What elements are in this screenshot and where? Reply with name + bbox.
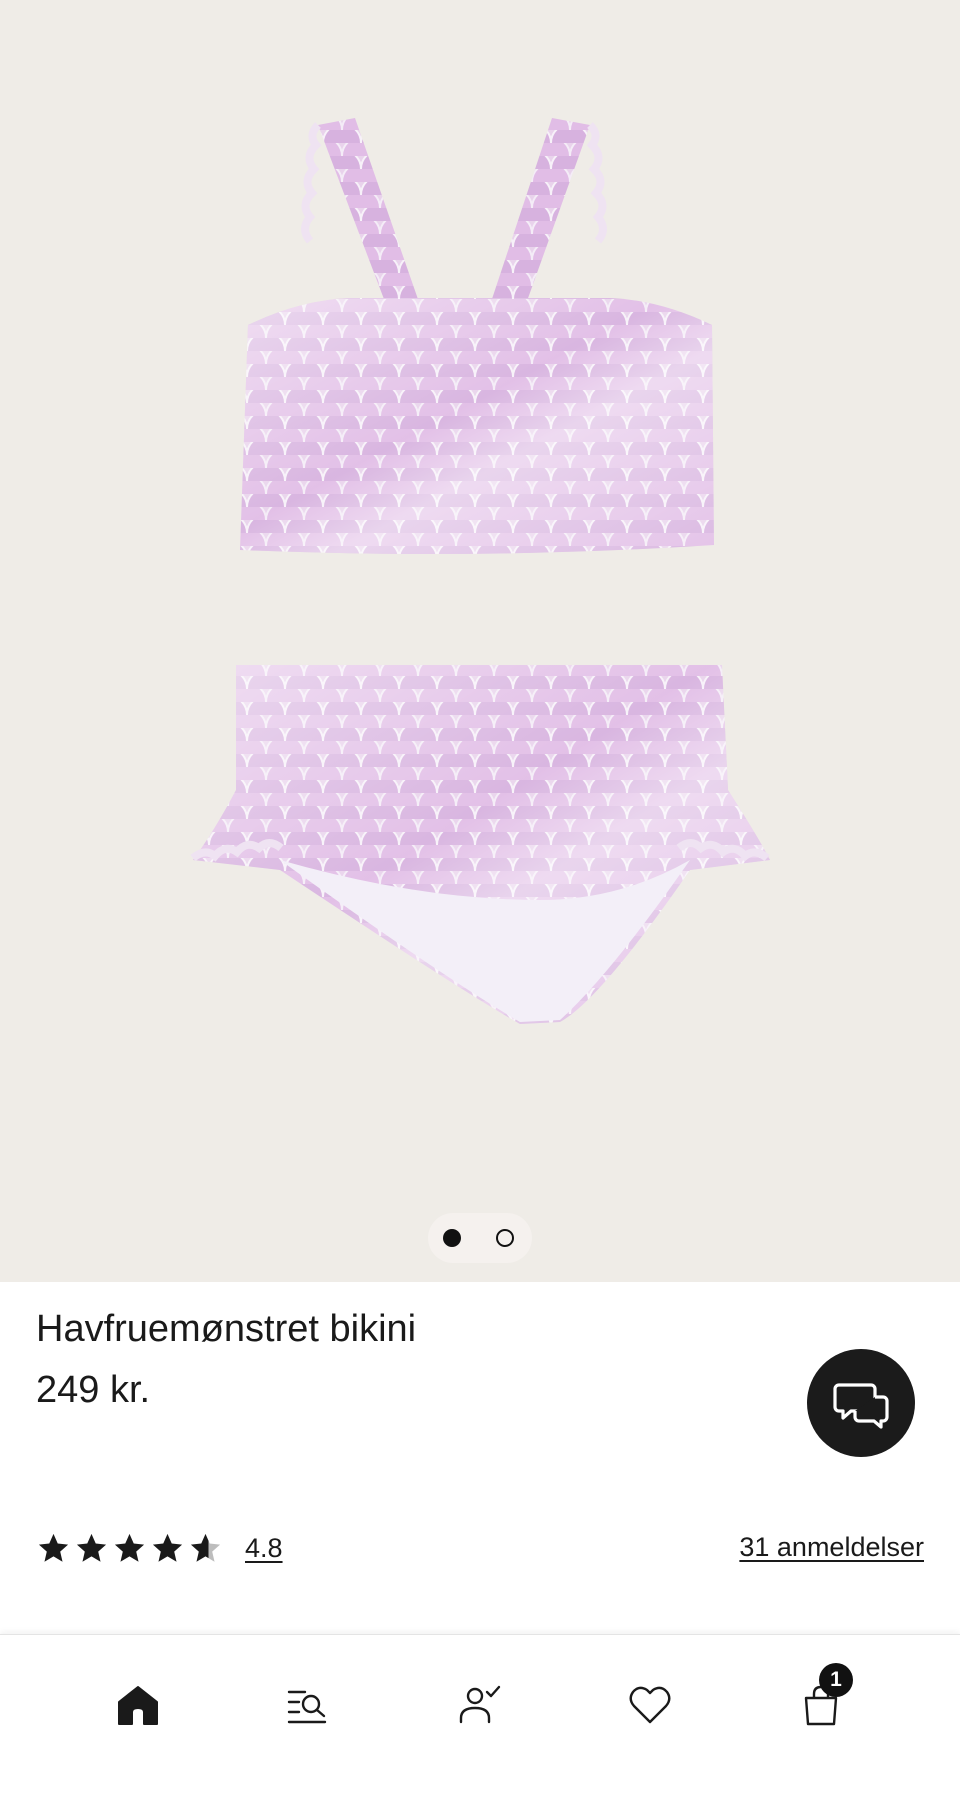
- star-half-icon: [190, 1533, 221, 1562]
- nav-favorites[interactable]: [610, 1665, 690, 1745]
- product-rating: 4.8: [36, 1525, 283, 1571]
- product-info: Havfruemønstret bikini 249 kr. 4.8 31 an…: [0, 1282, 960, 1634]
- product-price: 249 kr.: [36, 1369, 151, 1411]
- carousel-indicator: [428, 1213, 532, 1263]
- reviews-link[interactable]: 31 anmeldelser: [739, 1532, 924, 1563]
- rating-stars: [36, 1531, 223, 1566]
- chat-button[interactable]: [807, 1349, 915, 1457]
- nav-cart[interactable]: 1: [781, 1663, 861, 1745]
- product-image-gallery[interactable]: [0, 0, 960, 1282]
- cart-count-badge: 1: [819, 1663, 853, 1697]
- carousel-dot-1[interactable]: [443, 1229, 461, 1247]
- rating-value-link[interactable]: 4.8: [245, 1533, 283, 1564]
- account-check-icon: [459, 1685, 501, 1724]
- home-icon: [118, 1686, 158, 1725]
- star-icon: [114, 1533, 145, 1562]
- nav-search[interactable]: [268, 1665, 348, 1745]
- product-title: Havfruemønstret bikini: [36, 1308, 417, 1350]
- nav-home[interactable]: [98, 1665, 178, 1745]
- star-icon: [76, 1533, 107, 1562]
- chat-bubbles-icon: [833, 1383, 889, 1429]
- star-icon: [152, 1533, 183, 1562]
- carousel-dot-2[interactable]: [496, 1229, 514, 1247]
- bikini-product-image[interactable]: [0, 0, 960, 1282]
- search-list-icon: [287, 1690, 327, 1724]
- bottom-navigation: 1: [0, 1634, 960, 1810]
- star-icon: [38, 1533, 69, 1562]
- heart-icon: [629, 1686, 671, 1724]
- nav-account[interactable]: [440, 1665, 520, 1745]
